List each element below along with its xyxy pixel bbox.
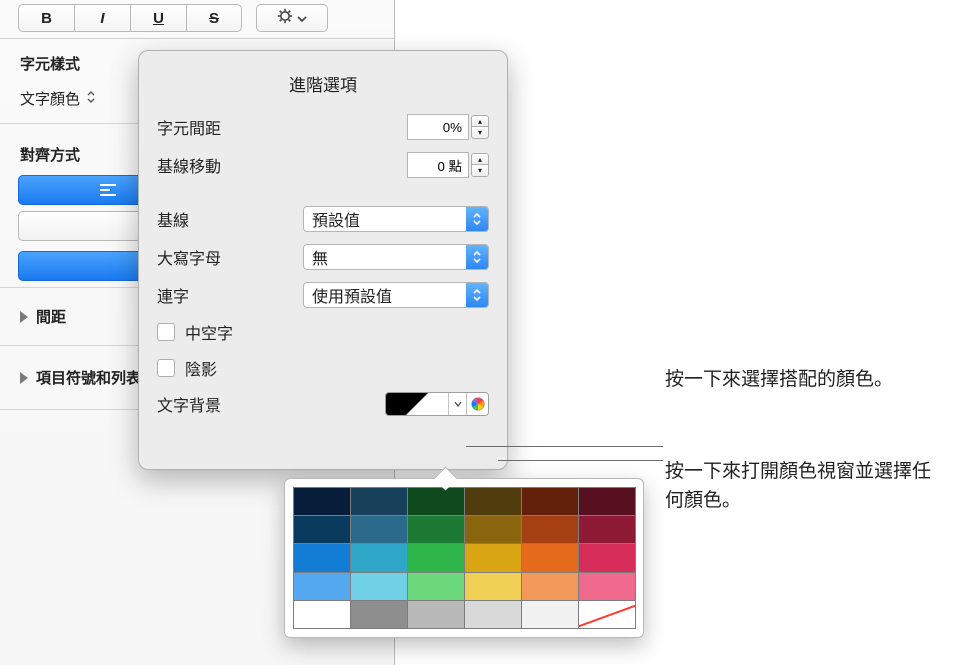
color-cell[interactable] <box>521 572 579 601</box>
callout-leader <box>498 460 663 461</box>
disclosure-triangle-icon <box>20 311 28 323</box>
shadow-checkbox[interactable] <box>157 359 175 377</box>
baseline-shift-input[interactable] <box>407 152 469 178</box>
callout-leader <box>466 446 663 447</box>
popover-title: 進階選項 <box>157 71 489 96</box>
color-cell[interactable] <box>293 543 351 572</box>
color-grid <box>293 487 635 629</box>
color-cell[interactable] <box>407 572 465 601</box>
color-cell[interactable] <box>578 487 636 516</box>
baseline-select[interactable]: 預設值 <box>303 206 489 232</box>
outline-label: 中空字 <box>185 320 233 344</box>
color-cell[interactable] <box>350 515 408 544</box>
underline-button[interactable]: U <box>130 4 186 32</box>
select-arrows-icon <box>466 245 488 269</box>
color-cell[interactable] <box>293 487 351 516</box>
color-cell[interactable] <box>521 515 579 544</box>
color-cell[interactable] <box>407 600 465 629</box>
baseline-shift-stepper[interactable]: ▴▾ <box>407 152 489 178</box>
color-dropdown-button[interactable] <box>448 393 466 415</box>
color-cell[interactable] <box>578 572 636 601</box>
ligatures-select[interactable]: 使用預設值 <box>303 282 489 308</box>
color-wheel-button[interactable] <box>466 393 488 415</box>
caps-select[interactable]: 無 <box>303 244 489 270</box>
text-background-label: 文字背景 <box>157 392 287 416</box>
color-cell[interactable] <box>350 487 408 516</box>
color-cell[interactable] <box>293 515 351 544</box>
char-spacing-stepper[interactable]: ▴▾ <box>407 114 489 140</box>
color-cell[interactable] <box>578 543 636 572</box>
color-cell[interactable] <box>293 600 351 629</box>
color-cell[interactable] <box>464 572 522 601</box>
shadow-label: 陰影 <box>185 356 217 380</box>
chevron-down-icon <box>297 10 307 27</box>
popup-indicator-icon <box>86 90 96 108</box>
bold-button[interactable]: B <box>18 4 74 32</box>
baseline-label: 基線 <box>157 207 287 231</box>
color-cell[interactable] <box>578 600 636 629</box>
ligatures-label: 連字 <box>157 283 287 307</box>
color-cell[interactable] <box>521 543 579 572</box>
color-cell[interactable] <box>407 543 465 572</box>
callout-swatch: 按一下來選擇搭配的顏色。 <box>665 366 945 395</box>
stepper-arrows[interactable]: ▴▾ <box>471 115 489 139</box>
strike-button[interactable]: S <box>186 4 242 32</box>
char-spacing-label: 字元間距 <box>157 115 287 139</box>
color-cell[interactable] <box>464 600 522 629</box>
caps-label: 大寫字母 <box>157 245 287 269</box>
color-cell[interactable] <box>464 543 522 572</box>
callout-wheel: 按一下來打開顏色視窗並選擇任何顏色。 <box>665 458 945 515</box>
color-cell[interactable] <box>407 487 465 516</box>
color-cell[interactable] <box>350 543 408 572</box>
color-cell[interactable] <box>464 487 522 516</box>
format-toolbar: B I U S <box>0 0 394 39</box>
text-background-colorwell <box>385 392 489 416</box>
color-cell[interactable] <box>350 572 408 601</box>
select-arrows-icon <box>466 283 488 307</box>
baseline-shift-label: 基線移動 <box>157 153 287 177</box>
color-cell[interactable] <box>521 600 579 629</box>
select-arrows-icon <box>466 207 488 231</box>
advanced-options-button[interactable] <box>256 4 328 32</box>
disclosure-triangle-icon <box>20 372 28 384</box>
color-cell[interactable] <box>578 515 636 544</box>
char-spacing-input[interactable] <box>407 114 469 140</box>
color-palette-popover <box>284 478 644 638</box>
stepper-arrows[interactable]: ▴▾ <box>471 153 489 177</box>
color-cell[interactable] <box>464 515 522 544</box>
italic-button[interactable]: I <box>74 4 130 32</box>
color-cell[interactable] <box>521 487 579 516</box>
outline-checkbox[interactable] <box>157 323 175 341</box>
color-cell[interactable] <box>407 515 465 544</box>
color-cell[interactable] <box>350 600 408 629</box>
advanced-options-popover: 進階選項 字元間距 ▴▾ 基線移動 ▴▾ 基線 預設值 大寫字母 無 連字 使用… <box>138 50 508 470</box>
color-swatch-button[interactable] <box>386 393 448 415</box>
gear-icon <box>277 8 293 28</box>
color-cell[interactable] <box>293 572 351 601</box>
